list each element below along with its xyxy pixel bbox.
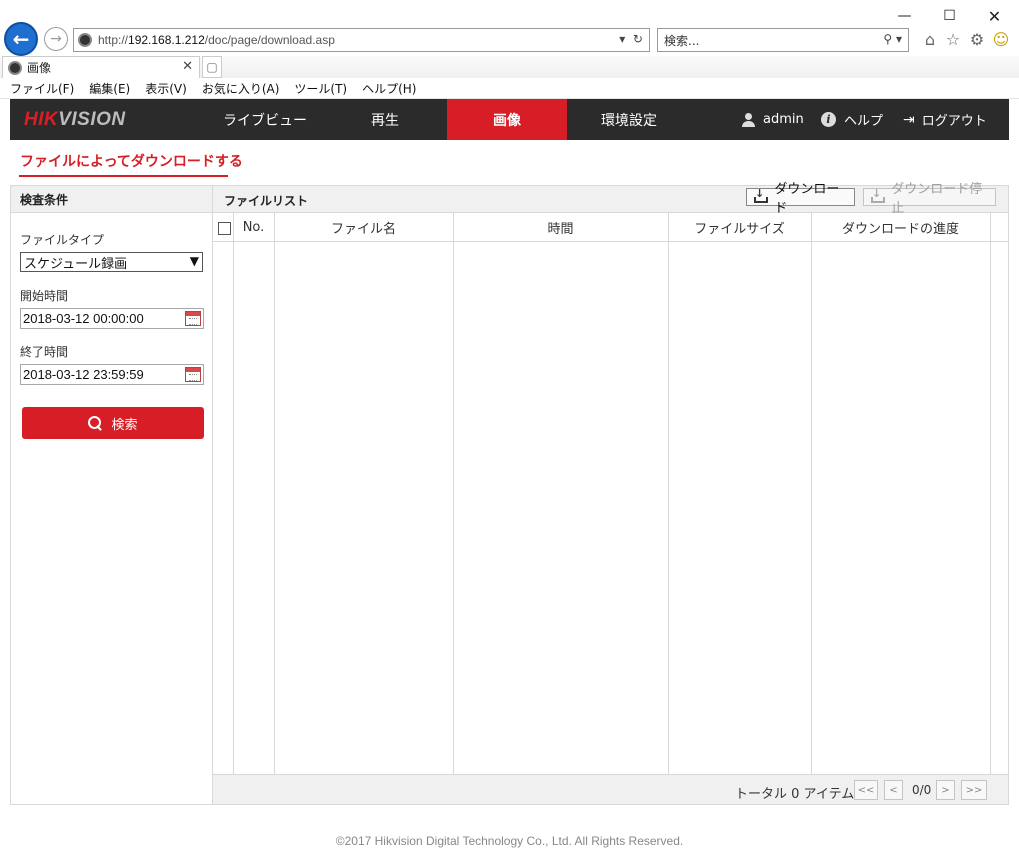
col-number[interactable]: No. <box>233 213 274 242</box>
page-indicator: 0/0 <box>912 783 932 797</box>
column-divider <box>990 213 991 774</box>
search-button-label: 検索 <box>111 417 138 433</box>
column-divider <box>453 213 454 774</box>
address-bar[interactable]: http://192.168.1.212/doc/page/download.a… <box>73 28 650 52</box>
search-placeholder: 検索... <box>664 33 700 48</box>
forward-button[interactable]: → <box>44 27 68 51</box>
select-all-cell <box>213 213 233 242</box>
download-icon <box>754 187 769 203</box>
menu-tools[interactable]: ツール(T) <box>294 80 347 97</box>
help-link[interactable]: i ヘルプ <box>821 99 883 140</box>
stop-download-icon <box>871 187 886 203</box>
file-type-select[interactable]: スケジュール録画 ▼ <box>20 252 203 272</box>
page-title-underline <box>19 175 228 177</box>
url-text: http://192.168.1.212/doc/page/download.a… <box>98 33 335 47</box>
search-button[interactable]: 検索 <box>22 407 204 439</box>
back-arrow-icon: ← <box>12 27 30 51</box>
logout-label: ログアウト <box>921 114 987 129</box>
refresh-icon[interactable]: ▾ ↻ <box>619 32 643 46</box>
user-icon <box>741 112 755 127</box>
info-icon: i <box>821 112 836 127</box>
username: admin <box>763 112 804 127</box>
start-time-label: 開始時間 <box>20 289 69 303</box>
file-type-label: ファイルタイプ <box>20 233 105 247</box>
start-time-input[interactable]: 2018-03-12 00:00:00 <box>20 308 204 329</box>
close-window-button[interactable]: ✕ <box>972 2 1017 30</box>
browser-tab-active[interactable]: 画像 ✕ <box>2 56 200 78</box>
home-icon[interactable]: ⌂ <box>920 29 940 49</box>
hikvision-logo: HIKVISION <box>24 109 126 130</box>
file-list-panel: ファイルリスト ダウンロード ダウンロード停止 No. ファイル名 時間 ファイ… <box>212 182 1009 805</box>
nav-playback[interactable]: 再生 <box>325 99 445 140</box>
copyright-footer: ©2017 Hikvision Digital Technology Co., … <box>335 834 684 848</box>
search-icon[interactable]: ⚲ ▾ <box>883 32 902 46</box>
favorites-star-icon[interactable]: ☆ <box>943 29 963 49</box>
browser-toolbar: — ☐ ✕ ← → http://192.168.1.212/doc/page/… <box>0 0 1019 56</box>
calendar-icon[interactable] <box>185 367 201 382</box>
logout-icon: ⇥ <box>903 111 915 128</box>
site-favicon-icon <box>78 33 92 47</box>
minimize-button[interactable]: — <box>882 2 927 30</box>
prev-page-button[interactable]: < <box>884 780 903 800</box>
calendar-icon[interactable] <box>185 311 201 326</box>
pagination-bar: トータル 0 アイテム << < 0/0 > >> <box>213 774 1008 804</box>
chevron-down-icon: ▼ <box>189 254 199 268</box>
maximize-button[interactable]: ☐ <box>927 2 972 30</box>
smiley-feedback-icon[interactable]: ☺ <box>991 29 1011 49</box>
user-menu[interactable]: admin <box>741 99 804 140</box>
new-tab-button[interactable]: ▢ <box>202 56 222 78</box>
menu-favorites[interactable]: お気に入り(A) <box>202 80 280 97</box>
end-time-label: 終了時間 <box>20 345 69 359</box>
browser-search-input[interactable]: 検索... ⚲ ▾ <box>657 28 909 52</box>
col-file-size[interactable]: ファイルサイズ <box>668 213 811 242</box>
first-page-button[interactable]: << <box>854 780 878 800</box>
menu-view[interactable]: 表示(V) <box>145 80 187 97</box>
col-download-progress[interactable]: ダウンロードの進度 <box>811 213 990 242</box>
start-time-value: 2018-03-12 00:00:00 <box>23 311 144 326</box>
stop-download-button-label: ダウンロード停止 <box>891 182 983 216</box>
total-items-text: トータル 0 アイテム <box>735 787 855 802</box>
tab-favicon-icon <box>8 60 22 75</box>
tab-bar: 画像 ✕ ▢ <box>0 56 1019 78</box>
select-all-checkbox[interactable] <box>218 222 231 235</box>
end-time-value: 2018-03-12 23:59:59 <box>23 367 144 382</box>
menu-help[interactable]: ヘルプ(H) <box>362 80 416 97</box>
column-divider <box>668 213 669 774</box>
file-list-header: ファイルリスト ダウンロード ダウンロード停止 <box>213 182 1008 216</box>
file-table: No. ファイル名 時間 ファイルサイズ ダウンロードの進度 <box>213 213 1008 774</box>
help-label: ヘルプ <box>844 114 884 129</box>
nav-configuration[interactable]: 環境設定 <box>569 99 689 140</box>
back-button[interactable]: ← <box>4 22 38 56</box>
col-time[interactable]: 時間 <box>453 213 668 242</box>
nav-live-view[interactable]: ライブビュー <box>205 99 325 140</box>
forward-arrow-icon: → <box>50 31 62 47</box>
page-title[interactable]: ファイルによってダウンロードする <box>20 151 243 171</box>
nav-picture[interactable]: 画像 <box>447 99 567 140</box>
end-time-input[interactable]: 2018-03-12 23:59:59 <box>20 364 204 385</box>
col-file-name[interactable]: ファイル名 <box>274 213 453 242</box>
browser-menu-bar: ファイル(F) 編集(E) 表示(V) お気に入り(A) ツール(T) ヘルプ(… <box>0 78 1019 99</box>
search-icon <box>88 416 102 430</box>
app-header: HIKVISION ライブビュー 再生 画像 環境設定 admin i ヘルプ … <box>10 99 1009 140</box>
tab-close-icon[interactable]: ✕ <box>182 59 193 74</box>
file-type-value: スケジュール録画 <box>24 256 128 272</box>
col-spacer <box>990 213 1008 242</box>
search-condition-panel: 検査条件 ファイルタイプ スケジュール録画 ▼ 開始時間 2018-03-12 … <box>10 185 213 805</box>
download-button-label: ダウンロード <box>774 182 840 216</box>
stop-download-button[interactable]: ダウンロード停止 <box>863 182 996 216</box>
download-button[interactable]: ダウンロード <box>746 182 855 216</box>
tab-title: 画像 <box>27 61 52 75</box>
menu-file[interactable]: ファイル(F) <box>10 80 74 97</box>
file-list-title: ファイルリスト <box>224 194 309 208</box>
column-divider <box>811 213 812 774</box>
search-condition-header: 検査条件 <box>11 186 212 213</box>
menu-edit[interactable]: 編集(E) <box>89 80 130 97</box>
column-divider <box>233 213 234 774</box>
column-divider <box>274 213 275 774</box>
logout-link[interactable]: ⇥ ログアウト <box>903 99 987 140</box>
settings-gear-icon[interactable]: ⚙ <box>967 29 987 49</box>
new-tab-icon: ▢ <box>206 60 218 74</box>
last-page-button[interactable]: >> <box>961 780 987 800</box>
next-page-button[interactable]: > <box>936 780 955 800</box>
